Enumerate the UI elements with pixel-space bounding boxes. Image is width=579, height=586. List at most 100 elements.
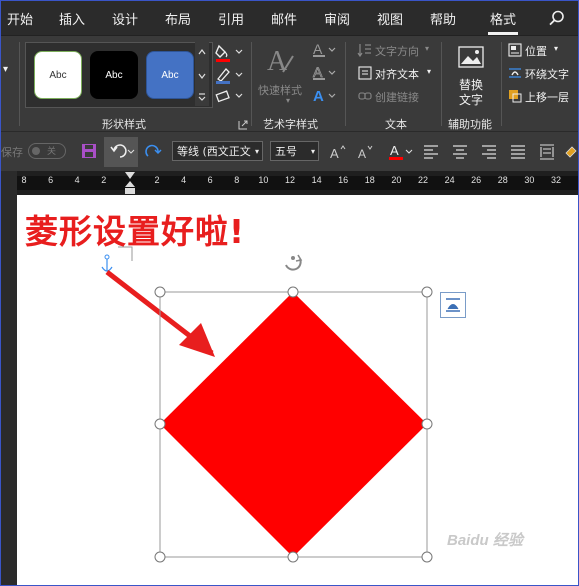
text-direction-dropdown-icon: ▾ [425,44,430,53]
ruler-tick-label: 22 [417,175,429,185]
tab-references[interactable]: 引用 [218,9,244,28]
drawing-layer [101,246,433,563]
tab-review[interactable]: 审阅 [324,9,350,28]
ruler-tick-label: 8 [21,175,27,185]
ribbon-panel: ▾ Abc Abc Abc 形状样式 A 快速样式 ▾ A A A 艺术字样式 … [1,35,578,132]
quick-styles-label[interactable]: 快速样式 [258,82,302,98]
layout-options-icon [446,298,460,312]
quick-access-toolbar: 保存 关 等线 (西文正文 ▾ 五号 ▾ A A A [1,131,578,172]
svg-text:A: A [358,147,366,160]
svg-text:A: A [313,88,324,105]
ruler-tick-label: 10 [258,175,269,185]
svg-text:A: A [313,64,323,80]
align-center-icon[interactable] [452,144,468,160]
align-left-icon[interactable] [423,144,439,160]
gallery-scroll[interactable] [195,42,209,106]
position-dropdown-icon: ▾ [554,44,559,53]
tab-design[interactable]: 设计 [112,9,138,28]
align-text-dropdown-icon: ▾ [427,67,432,76]
font-color-icon[interactable]: A [387,141,415,163]
quick-styles-icon[interactable]: A [263,42,299,78]
tab-format[interactable]: 格式 [487,9,519,35]
redo-icon[interactable] [143,142,163,162]
wrap-text-label[interactable]: 环绕文字 [525,66,569,82]
shape-style-gallery: Abc Abc Abc [25,42,213,108]
alt-text-label-2[interactable]: 文字 [459,91,483,108]
horizontal-ruler[interactable]: 8 6 4 2 2 4 6 8 10 12 14 16 18 20 22 24 26 28 30 32 [1,171,578,195]
rotate-handle-icon[interactable] [285,254,303,271]
ruler-tick-label: 18 [364,175,375,185]
shape-outline-icon[interactable] [214,65,244,85]
layout-options-button[interactable] [440,292,466,318]
align-text-icon[interactable] [357,65,373,81]
font-family-value: 等线 (西文正文 [177,145,251,158]
shape-style-1[interactable]: Abc [34,51,82,99]
position-label[interactable]: 位置 [525,43,547,59]
tab-mailings[interactable]: 邮件 [271,9,297,28]
align-text-label[interactable]: 对齐文本 [375,66,419,82]
tab-view[interactable]: 视图 [377,9,403,28]
text-direction-icon[interactable] [357,42,373,58]
position-icon[interactable] [507,42,523,58]
ruler-tick-label: 12 [284,175,296,185]
text-effects-icon[interactable]: A [311,86,337,106]
text-outline-icon[interactable]: A [311,63,337,83]
ruler-tick-label: 6 [48,175,54,185]
format-painter-icon[interactable] [564,143,579,161]
tab-help[interactable]: 帮助 [430,9,456,28]
undo-button[interactable] [104,137,138,167]
font-family-select[interactable]: 等线 (西文正文 ▾ [172,141,263,161]
grow-font-icon[interactable]: A [329,144,347,160]
justify-icon[interactable] [510,144,526,160]
group-label-accessibility: 辅助功能 [448,118,492,131]
group-label-text: 文本 [385,118,407,131]
ribbon-tab-bar: 开始 插入 设计 布局 引用 邮件 审阅 视图 帮助 格式 [1,1,578,35]
margin-corner-mark [118,246,133,261]
text-direction-label[interactable]: 文字方向 [375,43,419,59]
indent-marker-icon[interactable] [124,171,136,195]
undo-icon [110,144,135,158]
ruler-tick-label: 24 [444,175,455,185]
ruler-tick-label: 30 [524,175,535,185]
tab-insert[interactable]: 插入 [59,9,85,28]
bring-forward-label[interactable]: 上移一层 [525,89,569,105]
svg-text:A: A [313,41,323,57]
font-size-dropdown-icon: ▾ [310,147,315,156]
autosave-toggle[interactable]: 关 [28,143,66,159]
collapsed-group-arrow[interactable]: ▾ [3,64,8,75]
search-icon[interactable] [549,10,565,26]
ruler-tick-label: 2 [101,175,107,185]
group-label-wordart: 艺术字样式 [263,118,318,131]
ruler-tick-label: 4 [74,175,80,185]
font-size-select[interactable]: 五号 ▾ [270,141,319,161]
font-size-value: 五号 [275,145,297,158]
distribute-icon[interactable] [539,143,555,161]
save-icon[interactable] [81,143,97,159]
quick-styles-dropdown-icon: ▾ [286,96,291,105]
shape-effects-icon[interactable] [214,87,244,105]
ruler-tick-label: 6 [207,175,213,185]
document-page[interactable]: 菱形设置好啦! Baidu 经验 [17,195,578,585]
bring-forward-icon[interactable] [507,88,523,104]
shape-style-2[interactable]: Abc [90,51,138,99]
shape-style-3[interactable]: Abc [146,51,194,99]
shrink-font-icon[interactable]: A [357,144,375,160]
ruler-tick-label: 16 [338,175,349,185]
autosave-toggle-state: 关 [47,147,57,157]
word-window: 开始 插入 设计 布局 引用 邮件 审阅 视图 帮助 格式 ▾ Abc Abc … [0,0,579,586]
create-link-label[interactable]: 创建链接 [375,89,419,105]
align-right-icon[interactable] [481,144,497,160]
tab-home[interactable]: 开始 [7,9,33,28]
ruler-tick-label: 28 [497,175,508,185]
ruler-tick-label: 32 [550,175,562,185]
text-fill-icon[interactable]: A [311,40,337,60]
red-arrow [105,270,215,357]
tab-layout[interactable]: 布局 [165,9,191,28]
ruler-tick-label: 26 [471,175,482,185]
alt-text-icon[interactable] [456,44,486,72]
font-family-dropdown-icon: ▾ [254,147,259,156]
wrap-text-icon[interactable] [507,65,523,81]
create-link-icon[interactable] [357,88,373,104]
dialog-launcher-icon[interactable] [238,120,248,130]
shape-fill-icon[interactable] [214,42,244,64]
